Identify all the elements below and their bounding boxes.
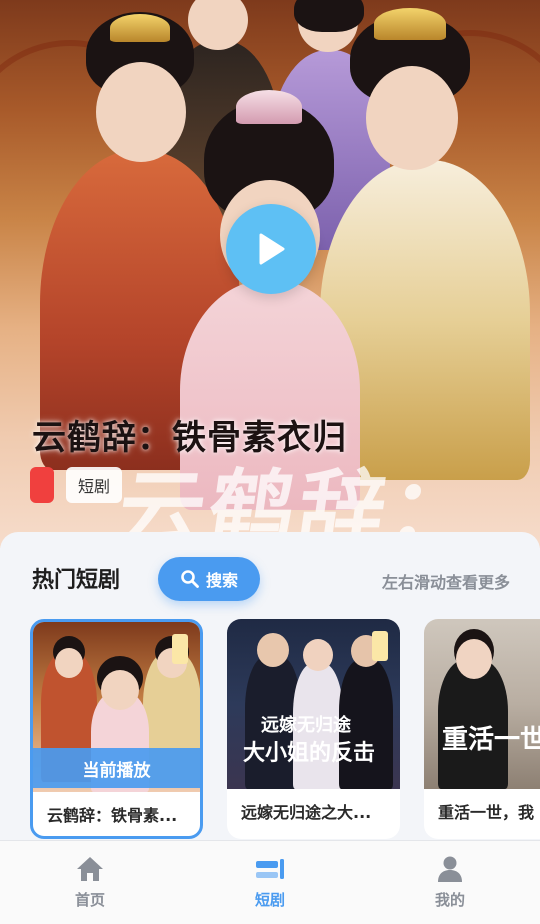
hero-tag-chip: 短剧 bbox=[66, 467, 123, 503]
hero-banner[interactable]: 云鹤辞： 云鹤辞：铁骨素衣归 短剧 bbox=[0, 0, 540, 548]
bookmark-icon[interactable] bbox=[172, 634, 188, 664]
drama-card-title: 云鹤辞：铁骨素... bbox=[47, 806, 178, 825]
home-icon bbox=[77, 857, 103, 881]
short-drama-icon bbox=[256, 859, 284, 879]
hot-dramas-section: 热门短剧 搜索 左右滑动查看更多 当前播放 云鹤辞：铁骨素... 远嫁无归途 大… bbox=[0, 532, 540, 852]
search-button[interactable]: 搜索 bbox=[158, 557, 260, 601]
drama-card-title: 重活一世，我 bbox=[438, 803, 535, 822]
bookmark-icon[interactable] bbox=[372, 631, 388, 661]
swipe-hint: 左右滑动查看更多 bbox=[381, 573, 510, 592]
nav-label-profile: 我的 bbox=[434, 891, 465, 909]
app-root: 云鹤辞： 云鹤辞：铁骨素衣归 短剧 热门短剧 搜索 左右滑动查看更多 当前播放 … bbox=[0, 0, 540, 924]
bottom-navigation: 首页 短剧 我的 bbox=[0, 840, 540, 924]
poster-title-line-1: 远嫁无归途 bbox=[261, 715, 351, 736]
drama-poster: 重活一世 bbox=[424, 619, 540, 789]
nav-item-profile[interactable]: 我的 bbox=[390, 855, 510, 910]
drama-card[interactable]: 远嫁无归途 大小姐的反击 远嫁无归途之大... bbox=[227, 619, 400, 839]
poster-title-line-1: 重活一世 bbox=[442, 725, 540, 755]
nav-item-short-drama[interactable]: 短剧 bbox=[210, 855, 330, 910]
hero-title: 云鹤辞：铁骨素衣归 bbox=[32, 418, 347, 458]
now-playing-badge: 当前播放 bbox=[33, 748, 200, 788]
nav-label-short-drama: 短剧 bbox=[254, 891, 285, 909]
search-button-label: 搜索 bbox=[205, 571, 238, 590]
play-icon bbox=[259, 233, 285, 265]
nav-item-home[interactable]: 首页 bbox=[30, 855, 150, 910]
drama-card-title: 远嫁无归途之大... bbox=[241, 803, 372, 822]
search-icon bbox=[181, 570, 199, 588]
nav-label-home: 首页 bbox=[74, 891, 105, 909]
section-title: 热门短剧 bbox=[32, 568, 121, 593]
play-button[interactable] bbox=[226, 204, 316, 294]
poster-title-line-2: 大小姐的反击 bbox=[243, 740, 376, 766]
user-icon bbox=[438, 856, 462, 882]
drama-card-list[interactable]: 当前播放 云鹤辞：铁骨素... 远嫁无归途 大小姐的反击 远嫁无归途之大... bbox=[30, 619, 540, 843]
drama-card[interactable]: 当前播放 云鹤辞：铁骨素... bbox=[30, 619, 203, 839]
hero-tag-marker bbox=[30, 467, 54, 503]
hero-tags: 短剧 bbox=[30, 467, 123, 503]
drama-card[interactable]: 重活一世 重活一世，我 bbox=[424, 619, 540, 839]
